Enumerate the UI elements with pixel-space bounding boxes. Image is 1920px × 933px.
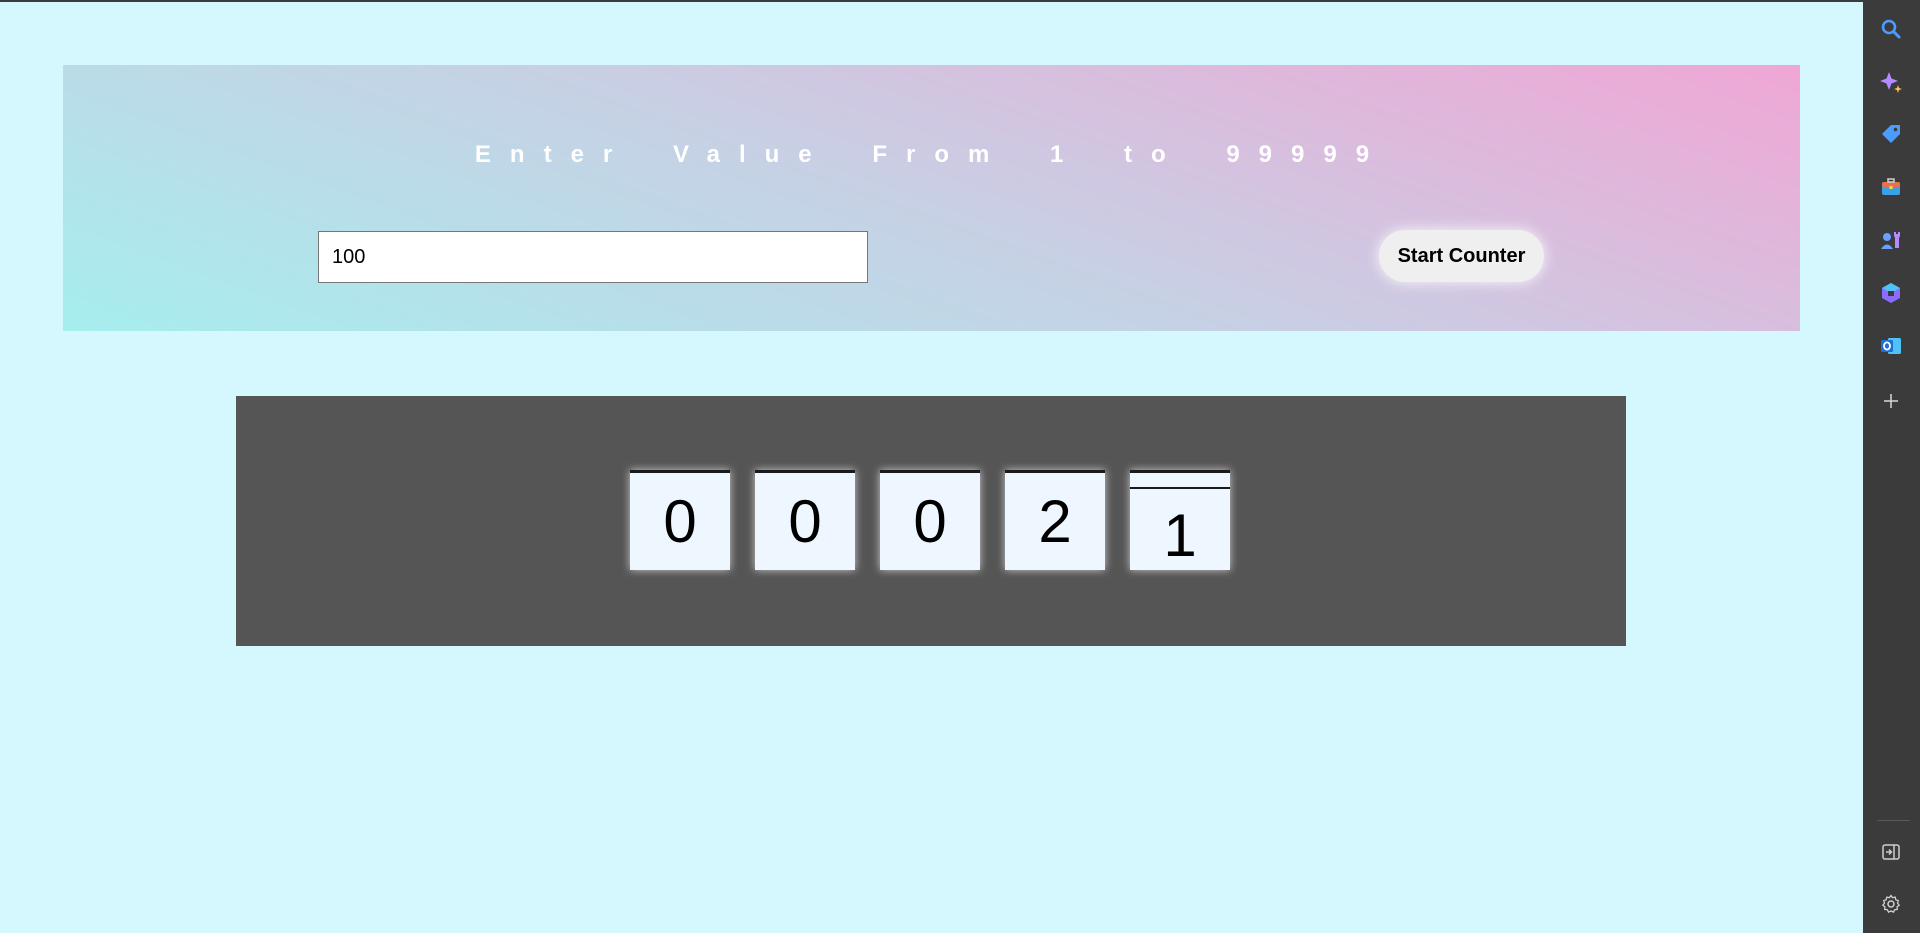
digit-value: 0 xyxy=(913,488,947,555)
microsoft-365-icon[interactable] xyxy=(1877,279,1905,307)
input-header-panel: Enter Value From 1 to 99999 Start Counte… xyxy=(63,65,1800,331)
shopping-tag-icon[interactable] xyxy=(1877,120,1905,148)
counter-digits: 0 0 0 2 1 xyxy=(630,470,1230,570)
add-icon[interactable] xyxy=(1877,387,1905,415)
digit-value: 1 xyxy=(1163,502,1197,569)
counter-display-panel: 0 0 0 2 1 xyxy=(236,396,1626,646)
counter-value-input[interactable] xyxy=(318,231,868,283)
tools-briefcase-icon[interactable] xyxy=(1877,173,1905,201)
digit-card-flipping: 1 xyxy=(1130,470,1230,570)
digit-card: 0 xyxy=(630,470,730,570)
start-counter-button[interactable]: Start Counter xyxy=(1379,230,1544,282)
header-title: Enter Value From 1 to 99999 xyxy=(474,141,1389,168)
digit-card: 2 xyxy=(1005,470,1105,570)
copilot-sparkle-icon[interactable] xyxy=(1877,68,1905,96)
sidebar-divider xyxy=(1877,820,1910,821)
search-icon[interactable] xyxy=(1877,15,1905,43)
page-content: Enter Value From 1 to 99999 Start Counte… xyxy=(0,2,1863,933)
digit-value: 0 xyxy=(663,488,697,555)
sidebar-exit-icon[interactable] xyxy=(1877,838,1905,866)
digit-value: 2 xyxy=(1038,488,1072,555)
outlook-icon[interactable] xyxy=(1877,332,1905,360)
flip-divider-line xyxy=(1130,487,1230,489)
browser-sidebar xyxy=(1863,0,1920,933)
settings-gear-icon[interactable] xyxy=(1877,890,1905,918)
games-icon[interactable] xyxy=(1877,226,1905,254)
digit-value: 0 xyxy=(788,488,822,555)
digit-card: 0 xyxy=(755,470,855,570)
digit-card: 0 xyxy=(880,470,980,570)
